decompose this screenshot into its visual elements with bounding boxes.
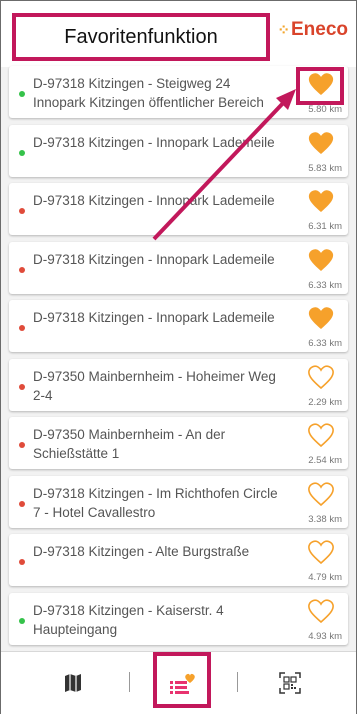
heart-filled-icon[interactable] (308, 189, 334, 213)
heart-outline-icon[interactable] (308, 540, 334, 564)
status-dot (19, 442, 25, 448)
status-dot (19, 500, 25, 507)
station-card[interactable]: D-97318 Kitzingen - Innopark Lademeile 6.… (9, 183, 348, 235)
heart-filled-icon[interactable] (308, 248, 334, 272)
station-distance: 6.33 km (308, 279, 342, 291)
favorite-heart-highlight (296, 67, 344, 105)
station-card[interactable]: D-97318 Kitzingen - Alte Burgstraße 4.79 … (9, 534, 348, 586)
heart-outline-icon[interactable] (308, 423, 334, 447)
favorites-tab-highlight (153, 652, 211, 708)
status-dot (19, 208, 25, 214)
station-address: D-97318 Kitzingen - Innopark Lademeile (33, 193, 275, 208)
heart-filled-icon[interactable] (308, 306, 334, 330)
station-card[interactable]: D-97318 Kitzingen - Innopark Lademeile 5.… (9, 124, 348, 177)
heart-outline-icon[interactable] (308, 481, 334, 506)
station-card[interactable]: D-97350 Mainbernheim - An der Schießstät… (9, 417, 348, 469)
station-address: D-97318 Kitzingen - Innopark Lademeile (33, 251, 275, 267)
status-dot (19, 559, 25, 565)
heart-outline-icon[interactable] (308, 598, 334, 623)
station-address: D-97350 Mainbernheim - Hoheimer Weg 2-4 (33, 368, 276, 403)
station-card[interactable]: D-97350 Mainbernheim - Hoheimer Weg 2-4 2… (9, 358, 348, 411)
tab-separator (129, 672, 130, 692)
station-distance: 2.54 km (308, 455, 342, 466)
heart-outline-icon[interactable] (308, 364, 334, 389)
station-distance: 6.33 km (308, 338, 342, 349)
status-dot (19, 91, 25, 97)
station-distance: 4.93 km (308, 630, 342, 642)
status-dot (19, 617, 25, 624)
status-dot (19, 149, 25, 156)
station-card[interactable]: D-97318 Kitzingen - Innopark Lademeile 6.… (9, 241, 348, 294)
tab-separator (237, 672, 238, 692)
station-card[interactable]: D-97318 Kitzingen - Im Richthofen Circle… (9, 475, 348, 528)
tab-qr-scanner[interactable] (250, 652, 330, 714)
station-address: D-97350 Mainbernheim - An der Schießstät… (33, 427, 226, 461)
status-dot (19, 266, 25, 273)
station-card[interactable]: D-97318 Kitzingen - Kaiserstr. 4 Hauptei… (9, 592, 348, 645)
station-distance: 3.38 km (308, 513, 342, 525)
logo-text: Eneco (290, 19, 348, 40)
station-card[interactable]: D-97318 Kitzingen - Innopark Lademeile 6.… (9, 300, 348, 352)
map-icon (65, 674, 81, 692)
heart-filled-icon[interactable] (308, 131, 334, 155)
station-distance: 4.79 km (308, 572, 342, 583)
app-screen: ⁘Eneco D-97318 Kitzingen - Steigweg 24 I… (0, 0, 357, 714)
station-distance: 2.29 km (308, 396, 342, 408)
eneco-logo: ⁘Eneco (277, 19, 348, 41)
station-address: D-97318 Kitzingen - Alte Burgstraße (33, 544, 250, 559)
status-dot (19, 325, 25, 331)
station-distance: 6.31 km (308, 221, 342, 232)
qr-code-icon (279, 672, 301, 694)
station-address: D-97318 Kitzingen - Innopark Lademeile (33, 310, 275, 325)
tab-map[interactable] (33, 652, 113, 714)
logo-dots-icon: ⁘ (277, 22, 290, 39)
station-address: D-97318 Kitzingen - Kaiserstr. 4 Hauptei… (33, 602, 224, 637)
station-distance: 5.80 km (308, 104, 342, 115)
status-dot (19, 383, 25, 390)
station-address: D-97318 Kitzingen - Steigweg 24 Innopark… (33, 76, 264, 110)
station-distance: 5.83 km (308, 162, 342, 174)
favorite-function-callout: Favoritenfunktion (12, 13, 270, 61)
station-address: D-97318 Kitzingen - Innopark Lademeile (33, 134, 275, 150)
station-address: D-97318 Kitzingen - Im Richthofen Circle… (33, 485, 278, 520)
